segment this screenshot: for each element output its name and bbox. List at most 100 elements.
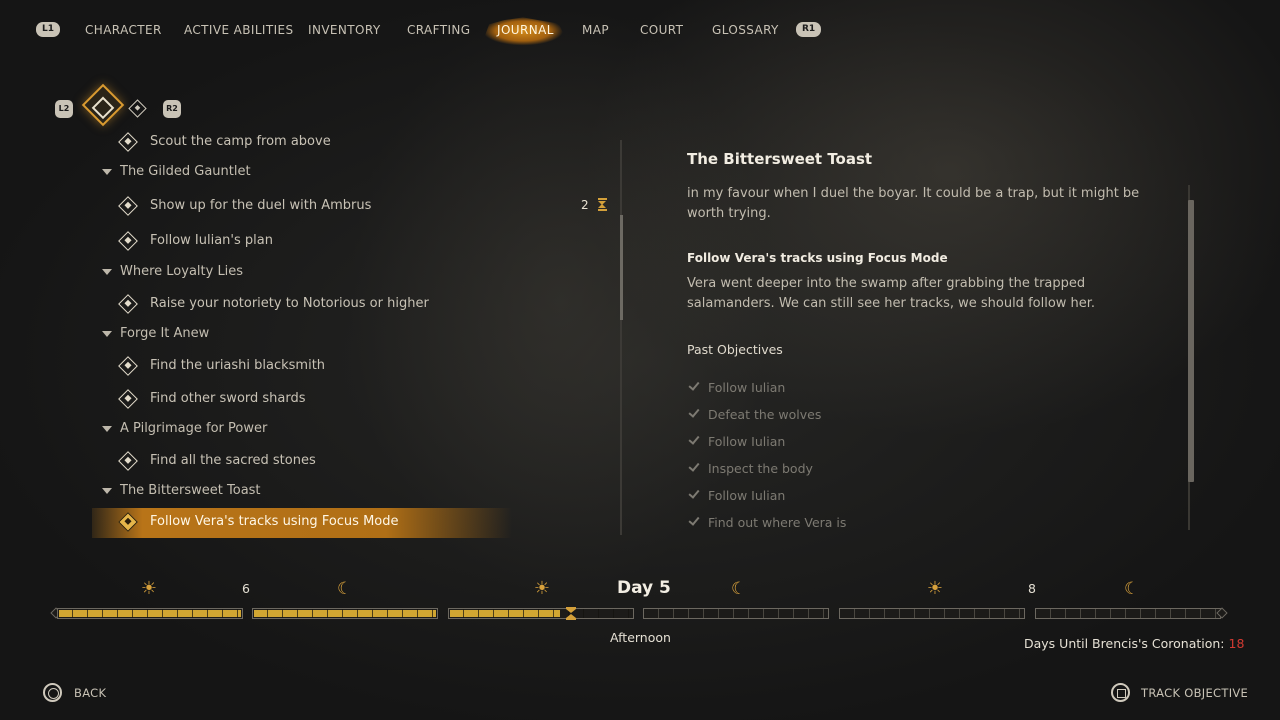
past-objective: Defeat the wolves xyxy=(688,406,822,422)
past-objective: Follow Iulian xyxy=(688,433,786,449)
tab-character[interactable]: CHARACTER xyxy=(85,22,162,38)
timeline-segment-future xyxy=(1035,608,1221,619)
objective-diamond-icon xyxy=(118,132,138,152)
quest-description: in my favour when I duel the boyar. It c… xyxy=(687,186,1140,221)
day-number-next: 8 xyxy=(1028,581,1036,596)
objective-label: Find all the sacred stones xyxy=(150,453,316,468)
list-item[interactable]: Find other sword shards xyxy=(116,385,511,415)
timeline-segment-past xyxy=(57,608,243,619)
coronation-days-value: 18 xyxy=(1228,636,1245,651)
past-objective-label: Follow Iulian xyxy=(708,488,786,503)
objective-label: Follow Iulian's plan xyxy=(150,233,273,248)
list-item[interactable]: Scout the camp from above xyxy=(116,128,511,158)
time-of-day-label: Afternoon xyxy=(610,630,671,645)
check-icon xyxy=(688,406,700,418)
square-button-icon[interactable] xyxy=(1111,683,1130,702)
timeline-segment-future xyxy=(839,608,1025,619)
sun-icon: ☀ xyxy=(926,578,944,599)
quest-group-header[interactable]: The Gilded Gauntlet xyxy=(102,164,251,179)
check-icon xyxy=(688,433,700,445)
list-item[interactable]: Raise your notoriety to Notorious or hig… xyxy=(116,290,511,320)
quest-group-label: A Pilgrimage for Power xyxy=(120,421,268,436)
check-icon xyxy=(688,460,700,472)
quest-group-label: Forge It Anew xyxy=(120,326,210,341)
r1-bumper-icon[interactable]: R1 xyxy=(796,22,822,37)
past-objective: Inspect the body xyxy=(688,460,813,476)
current-time-marker-icon xyxy=(566,607,576,620)
list-item[interactable]: Show up for the duel with Ambrus xyxy=(116,192,511,222)
objective-diamond-icon xyxy=(118,512,138,532)
tab-map[interactable]: MAP xyxy=(582,22,609,38)
tab-court[interactable]: COURT xyxy=(640,22,683,38)
objective-label: Find the uriashi blacksmith xyxy=(150,358,326,373)
tab-crafting[interactable]: CRAFTING xyxy=(407,22,470,38)
timeline-ticks xyxy=(58,609,242,618)
past-objective-label: Follow Iulian xyxy=(708,380,786,395)
list-item[interactable]: Find the uriashi blacksmith xyxy=(116,352,511,382)
quest-group-header[interactable]: Forge It Anew xyxy=(102,326,209,341)
back-button[interactable]: BACK xyxy=(74,686,106,700)
tab-active-abilities[interactable]: ACTIVE ABILITIES xyxy=(184,22,294,38)
objective-timer-count: 2 xyxy=(581,198,589,212)
objective-label: Follow Vera's tracks using Focus Mode xyxy=(150,514,399,529)
quest-group-header[interactable]: A Pilgrimage for Power xyxy=(102,421,267,436)
check-icon xyxy=(688,487,700,499)
objective-diamond-icon xyxy=(118,389,138,409)
day-number-prev: 6 xyxy=(242,581,250,596)
list-item[interactable]: Follow Iulian's plan xyxy=(116,227,511,257)
moon-icon: ☾ xyxy=(337,579,353,599)
coronation-label: Days Until Brencis's Coronation: xyxy=(1024,636,1225,651)
quest-filter-main-icon[interactable] xyxy=(128,99,147,118)
l2-trigger-icon[interactable]: L2 xyxy=(55,100,73,118)
past-objective-label: Follow Iulian xyxy=(708,434,786,449)
track-objective-button[interactable]: TRACK OBJECTIVE xyxy=(1141,686,1248,700)
list-item-selected[interactable]: Follow Vera's tracks using Focus Mode xyxy=(92,508,512,538)
objective-diamond-icon xyxy=(118,451,138,471)
moon-icon: ☾ xyxy=(731,579,747,599)
past-objective: Follow Iulian xyxy=(688,487,786,503)
objective-label: Scout the camp from above xyxy=(150,134,331,149)
timeline-ticks xyxy=(1036,609,1220,618)
quest-filter-all-icon[interactable] xyxy=(81,83,125,127)
check-icon xyxy=(688,514,700,526)
circle-button-icon[interactable] xyxy=(43,683,62,702)
objective-label: Find other sword shards xyxy=(150,391,306,406)
quest-group-header[interactable]: Where Loyalty Lies xyxy=(102,264,243,279)
list-item[interactable]: Find all the sacred stones xyxy=(116,447,511,477)
objective-diamond-icon xyxy=(118,356,138,376)
quest-group-header[interactable]: The Bittersweet Toast xyxy=(102,483,261,498)
l1-bumper-icon[interactable]: L1 xyxy=(36,22,60,37)
tab-journal[interactable]: JOURNAL xyxy=(497,22,554,38)
current-objective-title: Follow Vera's tracks using Focus Mode xyxy=(687,251,948,265)
timeline-segment-current xyxy=(448,608,634,619)
timeline-ticks xyxy=(253,609,437,618)
tab-inventory[interactable]: INVENTORY xyxy=(308,22,381,38)
past-objective: Follow Iulian xyxy=(688,379,786,395)
hourglass-icon xyxy=(598,198,607,211)
sun-icon: ☀ xyxy=(533,578,551,599)
objective-diamond-icon xyxy=(118,231,138,251)
quest-detail-title: The Bittersweet Toast xyxy=(687,150,873,168)
tab-glossary[interactable]: GLOSSARY xyxy=(712,22,779,38)
quest-list-scroll-thumb[interactable] xyxy=(620,215,623,320)
current-day-label: Day 5 xyxy=(617,578,671,598)
timeline-ticks xyxy=(644,609,828,618)
sun-icon: ☀ xyxy=(140,578,158,599)
top-nav: L1 CHARACTER ACTIVE ABILITIES INVENTORY … xyxy=(0,0,1280,60)
quest-group-label: Where Loyalty Lies xyxy=(120,264,244,279)
r2-trigger-icon[interactable]: R2 xyxy=(163,100,181,118)
detail-scroll-thumb[interactable] xyxy=(1188,200,1194,482)
check-icon xyxy=(688,379,700,391)
past-objective-label: Inspect the body xyxy=(708,461,813,476)
quest-list-scrollbar[interactable] xyxy=(620,140,622,535)
past-objective-label: Defeat the wolves xyxy=(708,407,822,422)
timeline-ticks xyxy=(840,609,1024,618)
timeline-segment-past xyxy=(252,608,438,619)
past-objectives-heading: Past Objectives xyxy=(687,342,783,357)
objective-diamond-icon xyxy=(118,196,138,216)
quest-group-label: The Bittersweet Toast xyxy=(120,483,261,498)
past-objective-label: Find out where Vera is xyxy=(708,515,847,530)
collapse-triangle-icon xyxy=(102,168,112,175)
current-objective-text: Vera went deeper into the swamp after gr… xyxy=(687,276,1096,311)
timeline-segment-future xyxy=(643,608,829,619)
